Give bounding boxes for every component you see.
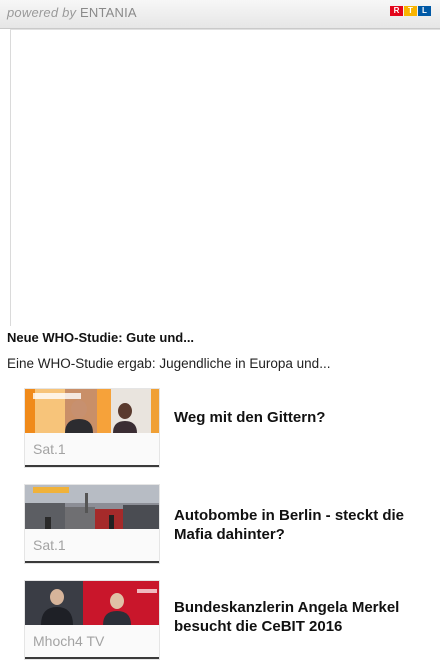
- video-player[interactable]: [10, 30, 440, 326]
- brand-name: ENTANIA: [80, 5, 137, 20]
- related-video-item[interactable]: Mhoch4 TV Bundeskanzlerin Angela Merkel …: [24, 580, 434, 660]
- powered-by-label: powered by: [7, 5, 77, 20]
- powered-by-text: powered by ENTANIA: [7, 5, 137, 20]
- rtl-logo[interactable]: R T L: [390, 6, 431, 16]
- related-video-item[interactable]: Sat.1 Weg mit den Gittern?: [24, 388, 434, 468]
- logo-letter-l: L: [418, 6, 431, 16]
- thumbnail-divider: [25, 465, 159, 467]
- thumbnail-image: [25, 485, 159, 529]
- channel-label: Sat.1: [33, 441, 66, 457]
- video-teaser: Eine WHO-Studie ergab: Jugendliche in Eu…: [7, 356, 331, 371]
- video-title[interactable]: Weg mit den Gittern?: [174, 408, 434, 427]
- video-title[interactable]: Autobombe in Berlin - steckt die Mafia d…: [174, 506, 434, 544]
- video-headline[interactable]: Neue WHO-Studie: Gute und...: [7, 330, 194, 345]
- video-thumbnail[interactable]: Sat.1: [24, 484, 160, 564]
- thumbnail-image: [25, 581, 159, 625]
- header-bar: powered by ENTANIA R T L: [0, 0, 440, 29]
- thumbnail-divider: [25, 657, 159, 659]
- channel-label: Sat.1: [33, 537, 66, 553]
- logo-letter-t: T: [404, 6, 417, 16]
- video-thumbnail[interactable]: Mhoch4 TV: [24, 580, 160, 660]
- video-title[interactable]: Bundeskanzlerin Angela Merkel besucht di…: [174, 598, 434, 636]
- channel-label: Mhoch4 TV: [33, 633, 105, 649]
- logo-letter-r: R: [390, 6, 403, 16]
- video-thumbnail[interactable]: Sat.1: [24, 388, 160, 468]
- thumbnail-image: [25, 389, 159, 433]
- thumbnail-divider: [25, 561, 159, 563]
- related-video-item[interactable]: Sat.1 Autobombe in Berlin - steckt die M…: [24, 484, 434, 564]
